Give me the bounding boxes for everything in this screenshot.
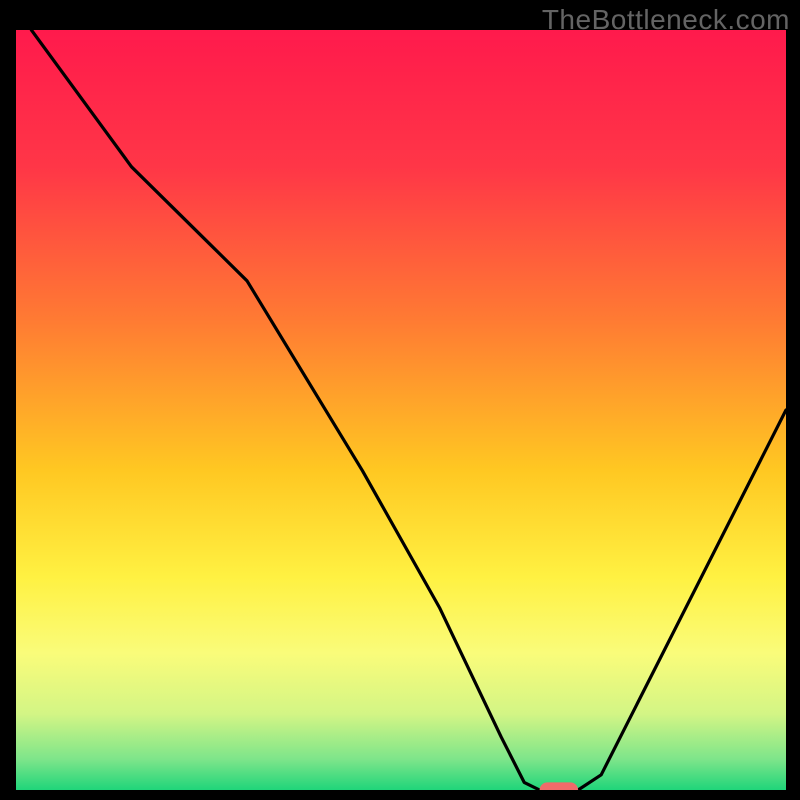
bottleneck-chart [16,30,786,790]
chart-frame: TheBottleneck.com [0,0,800,800]
plot-background [16,30,786,790]
optimal-marker [540,782,579,790]
